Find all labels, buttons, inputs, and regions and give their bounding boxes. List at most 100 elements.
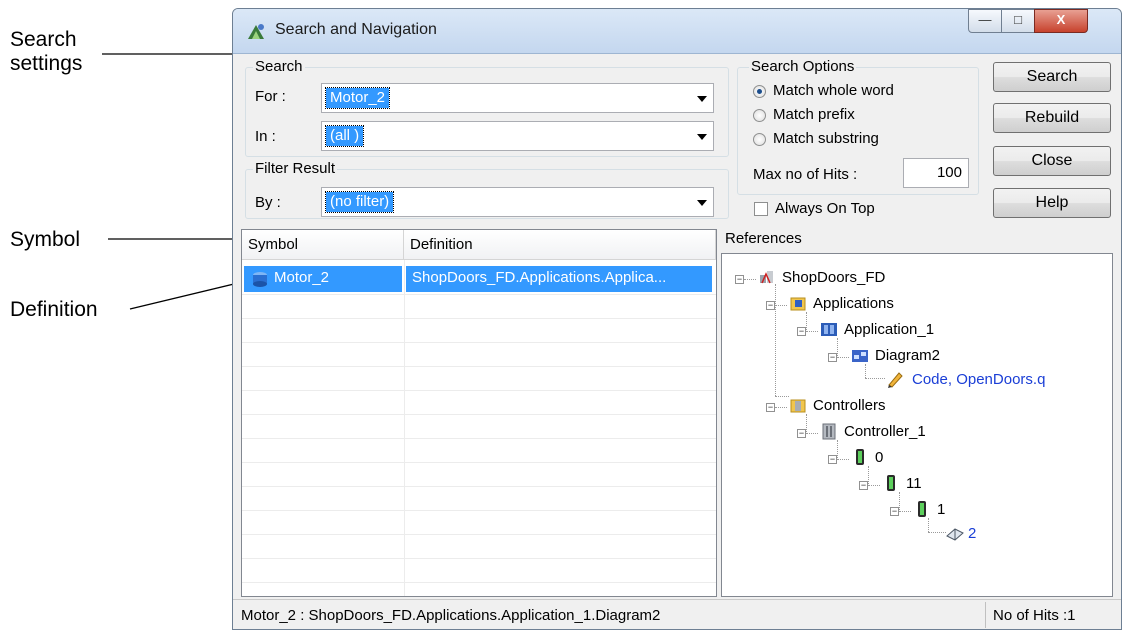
match-prefix-label[interactable]: Match prefix (773, 106, 855, 123)
row-definition-cell[interactable]: ShopDoors_FD.Applications.Applica... (406, 266, 712, 292)
app-icon (248, 24, 264, 39)
status-hits: No of Hits :1 (993, 607, 1076, 624)
tree-item-module-1[interactable]: 1 (937, 501, 945, 519)
tree-item-controllers[interactable]: Controllers (813, 397, 886, 415)
collapse-toggle[interactable]: − (828, 455, 837, 464)
match-whole-word-label[interactable]: Match whole word (773, 82, 894, 99)
gridline (242, 534, 716, 535)
pencil-icon (888, 372, 903, 388)
match-whole-word-radio[interactable] (753, 85, 766, 98)
status-separator (985, 602, 986, 628)
close-button[interactable]: Close (993, 146, 1111, 176)
tree-line (837, 459, 849, 460)
tree-line (775, 396, 789, 397)
gridline (242, 366, 716, 367)
project-icon (760, 271, 773, 284)
io-module-icon (918, 501, 926, 517)
references-title: References (725, 230, 802, 247)
collapse-toggle[interactable]: − (859, 481, 868, 490)
tree-item-application-1[interactable]: Application_1 (844, 321, 934, 339)
tree-item-module-0[interactable]: 0 (875, 449, 883, 467)
for-combobox-value[interactable]: Motor_2 (324, 87, 391, 109)
max-hits-input[interactable]: 100 (903, 158, 969, 188)
filter-combobox[interactable]: (no filter) (321, 187, 714, 217)
tree-line (806, 433, 818, 434)
gridline (242, 462, 716, 463)
rebuild-button[interactable]: Rebuild (993, 103, 1111, 133)
collapse-toggle[interactable]: − (735, 275, 744, 284)
tree-item-shopdoors[interactable]: ShopDoors_FD (782, 269, 885, 287)
match-substring-label[interactable]: Match substring (773, 130, 879, 147)
gridline (242, 342, 716, 343)
collapse-toggle[interactable]: − (797, 327, 806, 336)
tree-item-diagram2[interactable]: Diagram2 (875, 347, 940, 365)
controller-icon (822, 423, 836, 440)
search-button[interactable]: Search (993, 62, 1111, 92)
tree-item-2[interactable]: 2 (968, 525, 976, 543)
always-on-top-checkbox[interactable] (754, 202, 768, 216)
tree-line (865, 378, 885, 379)
tree-item-applications[interactable]: Applications (813, 295, 894, 313)
gridline (242, 510, 716, 511)
in-combobox-value[interactable]: (all ) (324, 125, 365, 147)
chevron-down-icon[interactable] (697, 200, 707, 206)
tree-line (928, 518, 929, 532)
tree-line (775, 284, 776, 396)
gridline (242, 318, 716, 319)
for-label: For : (255, 88, 286, 105)
chevron-down-icon[interactable] (697, 96, 707, 102)
help-button[interactable]: Help (993, 188, 1111, 218)
chevron-down-icon[interactable] (697, 134, 707, 140)
gridline (242, 294, 716, 295)
tree-line (928, 532, 946, 533)
definition-column-header[interactable]: Definition (404, 230, 716, 260)
tree-line (868, 466, 869, 486)
status-path: Motor_2 : ShopDoors_FD.Applications.Appl… (241, 607, 661, 624)
filter-combobox-value[interactable]: (no filter) (324, 191, 395, 213)
title-bar[interactable]: Search and Navigation — □ X (233, 9, 1121, 54)
match-prefix-radio[interactable] (753, 109, 766, 122)
references-tree[interactable]: − ShopDoors_FD − Applications − Applicat… (721, 253, 1113, 597)
collapse-toggle[interactable]: − (890, 507, 899, 516)
io-module-icon (887, 475, 895, 491)
row-symbol-text: Motor_2 (274, 269, 330, 286)
row-definition-text: ShopDoors_FD.Applications.Applica... (412, 269, 667, 286)
results-list[interactable]: Symbol Definition Motor_2 ShopDoors_FD.A… (241, 229, 717, 597)
status-bar: Motor_2 : ShopDoors_FD.Applications.Appl… (233, 599, 1121, 629)
gridline (242, 438, 716, 439)
max-hits-label: Max no of Hits : (753, 166, 858, 183)
io-module-icon (856, 449, 864, 465)
collapse-toggle[interactable]: − (766, 301, 775, 310)
minimize-button[interactable]: — (968, 9, 1002, 33)
close-window-button[interactable]: X (1034, 9, 1088, 33)
symbol-column-header[interactable]: Symbol (242, 230, 404, 260)
maximize-button[interactable]: □ (1001, 9, 1035, 33)
tree-line (744, 279, 756, 280)
search-group-legend: Search (253, 58, 305, 75)
tree-line (806, 331, 818, 332)
gridline (242, 414, 716, 415)
collapse-toggle[interactable]: − (828, 353, 837, 362)
row-symbol-cell[interactable]: Motor_2 (244, 266, 402, 292)
table-row[interactable]: Motor_2 ShopDoors_FD.Applications.Applic… (244, 266, 714, 292)
search-navigation-window: Search and Navigation — □ X Search For :… (232, 8, 1122, 630)
tree-item-controller-1[interactable]: Controller_1 (844, 423, 926, 441)
collapse-toggle[interactable]: − (797, 429, 806, 438)
tree-line (775, 305, 787, 306)
tree-item-code-opendoors[interactable]: Code, OpenDoors.q (912, 371, 1045, 389)
tree-line (806, 414, 807, 434)
tree-line (837, 357, 849, 358)
motor-symbol-icon (253, 272, 267, 287)
by-label: By : (255, 194, 281, 211)
gridline (242, 558, 716, 559)
filter-result-legend: Filter Result (253, 160, 338, 177)
controllers-folder-icon (790, 399, 806, 413)
in-combobox[interactable]: (all ) (321, 121, 714, 151)
match-substring-radio[interactable] (753, 133, 766, 146)
tree-line (837, 338, 838, 358)
collapse-toggle[interactable]: − (766, 403, 775, 412)
tree-item-module-11[interactable]: 11 (906, 475, 922, 493)
always-on-top-label[interactable]: Always On Top (775, 200, 875, 217)
gridline (242, 582, 716, 583)
for-combobox[interactable]: Motor_2 (321, 83, 714, 113)
